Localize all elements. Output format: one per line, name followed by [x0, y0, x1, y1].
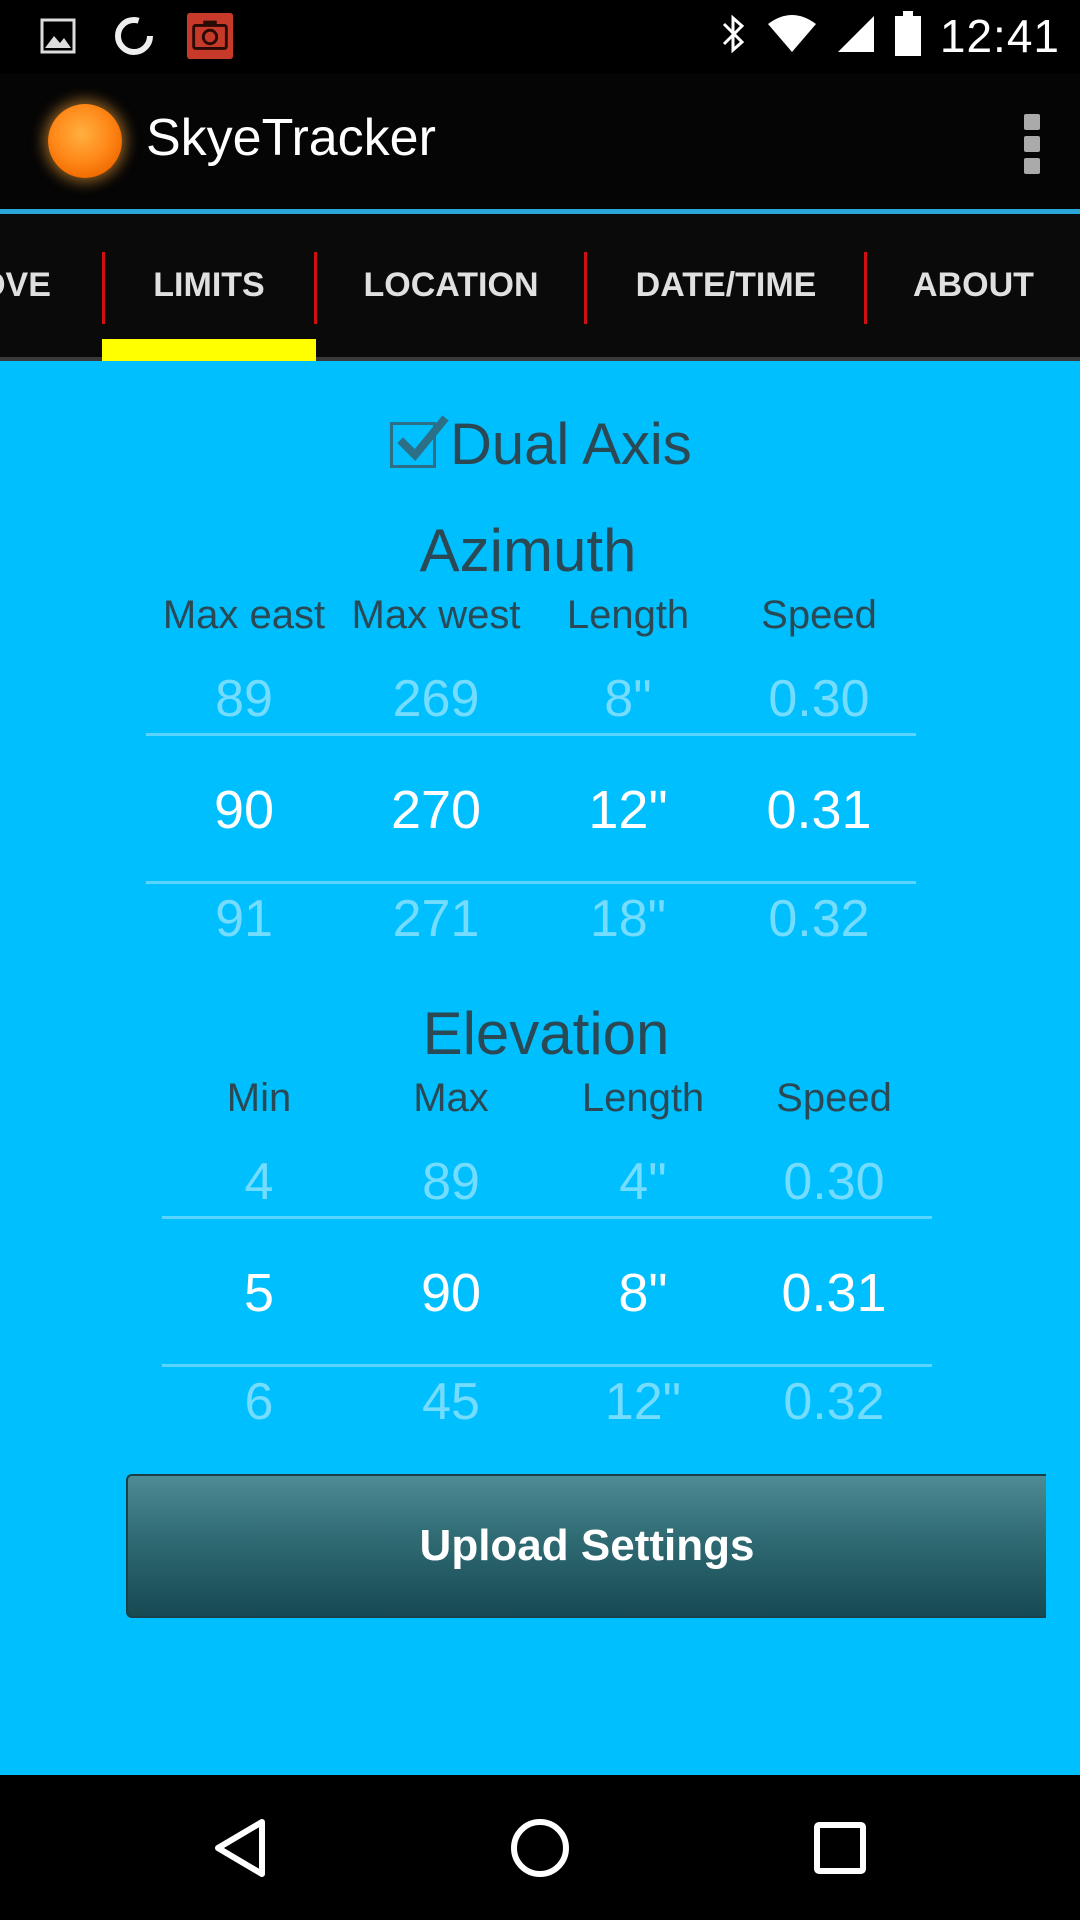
azimuth-length-prev[interactable]: 8"	[528, 669, 728, 729]
azimuth-speed-next[interactable]: 0.32	[719, 889, 919, 949]
back-icon[interactable]	[204, 1812, 276, 1884]
azimuth-header-max-west: Max west	[351, 593, 521, 637]
elevation-min-next[interactable]: 6	[159, 1372, 359, 1432]
azimuth-header-max-east: Max east	[162, 593, 326, 637]
tab-about[interactable]: ABOUT	[867, 214, 1080, 357]
system-icons: 12:41	[718, 8, 1060, 64]
dual-axis-checkbox-row[interactable]: Dual Axis	[390, 411, 692, 478]
picker-divider	[146, 881, 916, 884]
signal-icon	[836, 14, 876, 58]
elevation-length-value[interactable]: 8"	[543, 1262, 743, 1324]
image-icon	[34, 12, 82, 60]
azimuth-speed-value[interactable]: 0.31	[719, 779, 919, 841]
tab-limits[interactable]: LIMITS	[102, 214, 316, 357]
bluetooth-icon	[718, 12, 748, 60]
app-bar: SkyeTracker	[0, 74, 1080, 210]
elevation-header-max: Max	[413, 1076, 489, 1120]
wifi-icon	[766, 14, 818, 58]
tab-date-time[interactable]: DATE/TIME	[587, 214, 865, 357]
elevation-max-prev[interactable]: 89	[351, 1152, 551, 1212]
elevation-max-value[interactable]: 90	[351, 1262, 551, 1324]
elevation-header-speed: Speed	[776, 1076, 892, 1120]
camera-icon	[186, 12, 234, 60]
elevation-length-next[interactable]: 12"	[543, 1372, 743, 1432]
azimuth-speed-prev[interactable]: 0.30	[719, 669, 919, 729]
clock: 12:41	[939, 10, 1060, 62]
app-title: SkyeTracker	[146, 109, 436, 167]
navigation-bar	[0, 1776, 1080, 1920]
elevation-speed-prev[interactable]: 0.30	[734, 1152, 934, 1212]
battery-icon	[894, 11, 922, 61]
sun-logo	[48, 104, 122, 178]
status-bar: 12:41	[0, 0, 1080, 72]
azimuth-header-speed: Speed	[761, 593, 877, 637]
azimuth-max-west-prev[interactable]: 269	[336, 669, 536, 729]
overflow-menu-icon[interactable]	[1022, 114, 1042, 174]
azimuth-max-west-value[interactable]: 270	[336, 779, 536, 841]
elevation-header-length: Length	[581, 1076, 705, 1120]
recents-icon[interactable]	[804, 1812, 876, 1884]
sync-icon	[110, 12, 158, 60]
checkmark-icon	[397, 414, 449, 461]
selected-tab-indicator	[102, 339, 316, 361]
azimuth-max-east-next[interactable]: 91	[144, 889, 344, 949]
limits-panel: Dual Axis Azimuth Max east Max west Leng…	[0, 361, 1080, 1775]
elevation-length-prev[interactable]: 4"	[543, 1152, 743, 1212]
elevation-min-prev[interactable]: 4	[159, 1152, 359, 1212]
dual-axis-label: Dual Axis	[450, 412, 692, 477]
azimuth-header-length: Length	[566, 593, 690, 637]
tab-bar: OVE LIMITS LOCATION DATE/TIME ABOUT	[0, 214, 1080, 361]
elevation-header-min: Min	[226, 1076, 292, 1120]
azimuth-title: Azimuth	[419, 517, 637, 584]
upload-settings-button[interactable]: Upload Settings	[126, 1474, 1046, 1618]
elevation-speed-next[interactable]: 0.32	[734, 1372, 934, 1432]
elevation-max-next[interactable]: 45	[351, 1372, 551, 1432]
picker-divider	[146, 733, 916, 736]
elevation-speed-value[interactable]: 0.31	[734, 1262, 934, 1324]
dual-axis-checkbox[interactable]	[390, 414, 449, 468]
elevation-min-value[interactable]: 5	[159, 1262, 359, 1324]
tab-location[interactable]: LOCATION	[317, 214, 585, 357]
azimuth-length-value[interactable]: 12"	[528, 779, 728, 841]
notification-icons	[34, 12, 234, 60]
azimuth-max-east-value[interactable]: 90	[144, 779, 344, 841]
picker-divider	[162, 1364, 932, 1367]
tab-move[interactable]: OVE	[0, 214, 60, 357]
elevation-title: Elevation	[422, 1000, 670, 1067]
picker-divider	[162, 1216, 932, 1219]
azimuth-max-east-prev[interactable]: 89	[144, 669, 344, 729]
azimuth-max-west-next[interactable]: 271	[336, 889, 536, 949]
azimuth-length-next[interactable]: 18"	[528, 889, 728, 949]
home-icon[interactable]	[504, 1812, 576, 1884]
